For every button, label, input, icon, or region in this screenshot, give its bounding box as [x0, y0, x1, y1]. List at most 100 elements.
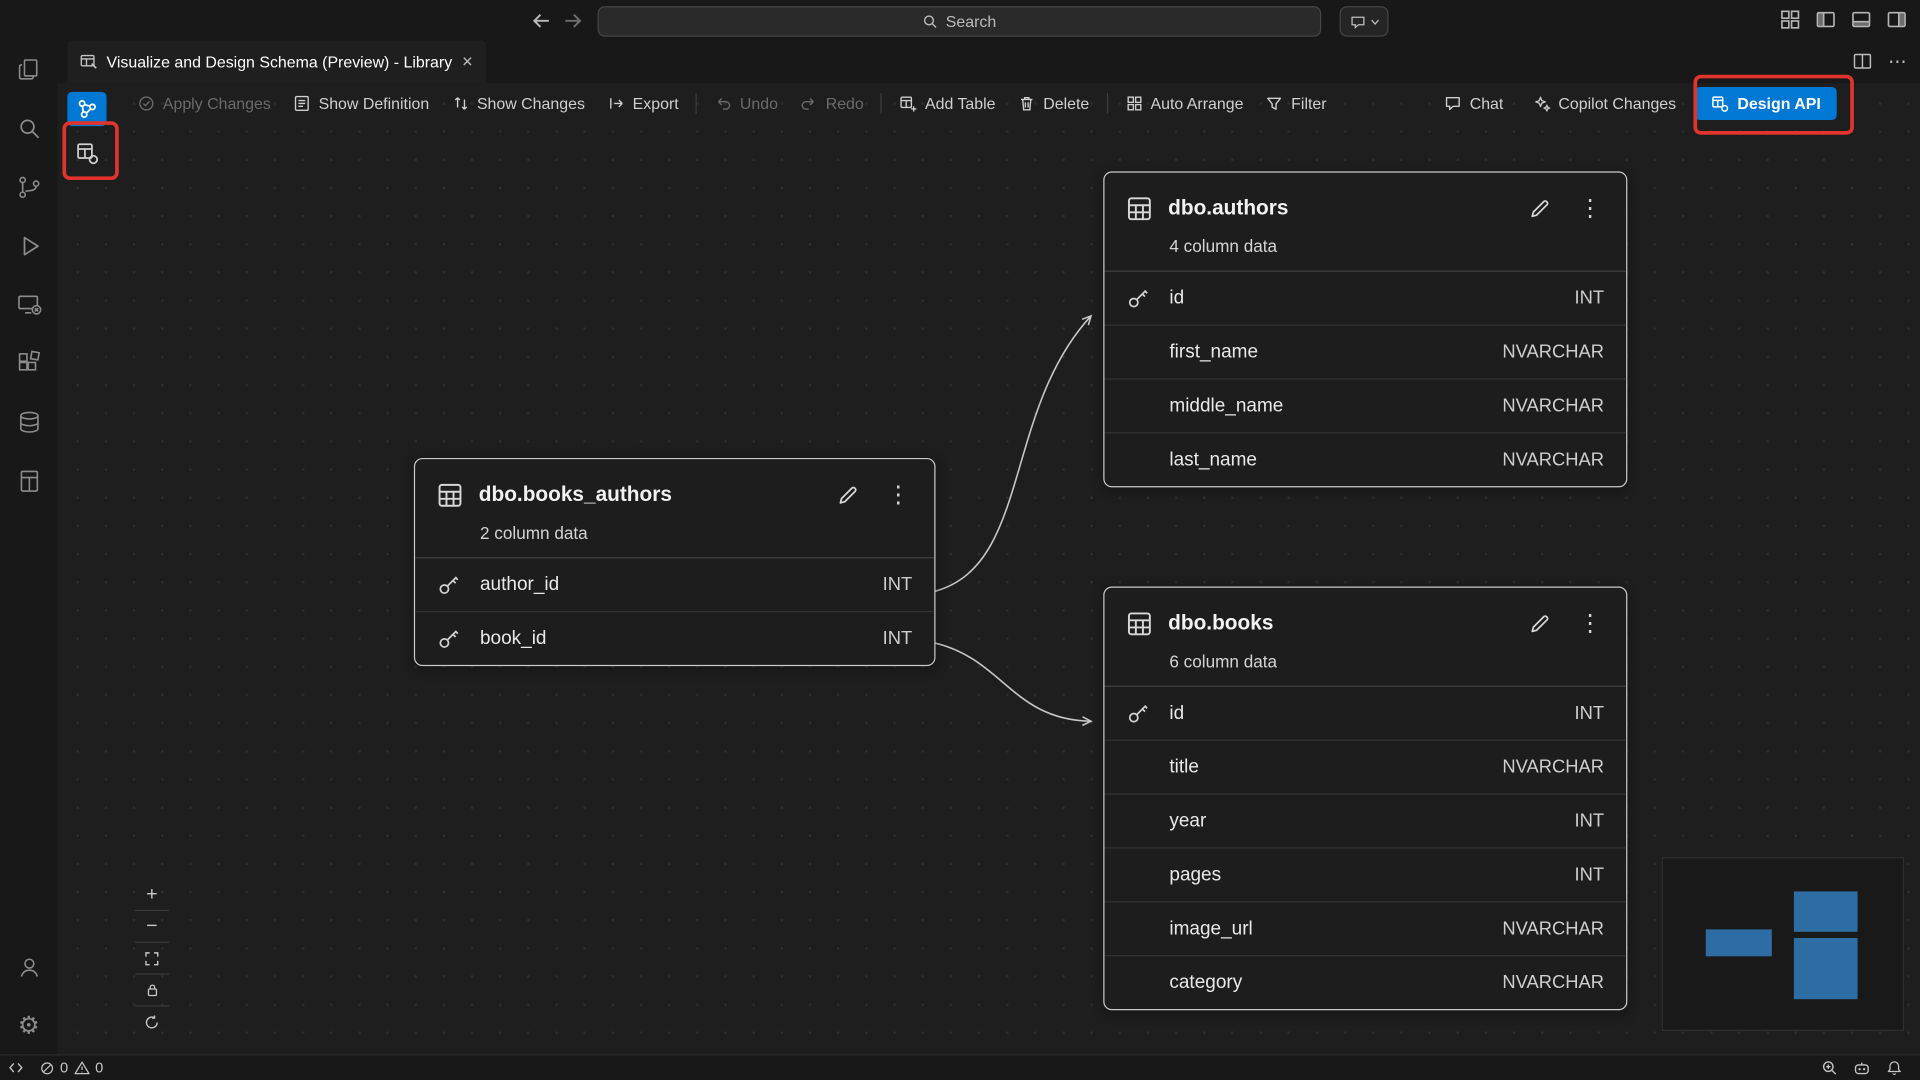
redo-label: Redo — [826, 94, 864, 112]
search-input[interactable]: Search — [598, 6, 1322, 37]
redo-button[interactable]: Redo — [789, 87, 875, 119]
schema-designer-canvas[interactable]: Apply Changes Show Definition Show Chang… — [58, 83, 1920, 1055]
customize-layout-button[interactable] — [1778, 7, 1802, 31]
undo-button[interactable]: Undo — [703, 87, 789, 119]
filter-button[interactable]: Filter — [1254, 87, 1337, 119]
column-type: NVARCHAR — [1502, 918, 1604, 939]
fit-view-button[interactable] — [135, 943, 169, 975]
source-control-icon[interactable] — [0, 158, 58, 217]
split-editor-icon[interactable] — [1853, 51, 1873, 71]
error-count: 0 — [60, 1059, 68, 1076]
search-view-icon[interactable] — [0, 99, 58, 158]
entity-table-books[interactable]: dbo.books ⋮ 6 column data id INT — [1103, 587, 1627, 1011]
chat-bubble-icon — [1349, 13, 1366, 30]
show-changes-button[interactable]: Show Changes — [440, 87, 596, 119]
extensions-icon[interactable] — [0, 334, 58, 393]
zoom-in-button[interactable]: + — [135, 879, 169, 911]
problems-indicator[interactable]: 0 0 — [32, 1056, 111, 1080]
warning-count: 0 — [95, 1059, 103, 1076]
column-row[interactable]: author_id INT — [415, 558, 934, 611]
column-name: first_name — [1169, 341, 1258, 363]
column-row[interactable]: last_name NVARCHAR — [1104, 432, 1626, 486]
edit-table-icon[interactable] — [836, 483, 859, 506]
table-menu-icon[interactable]: ⋮ — [1576, 197, 1604, 220]
navigate-back-button[interactable] — [529, 9, 553, 33]
column-count-label: 6 column data — [1104, 639, 1626, 686]
explorer-icon[interactable] — [0, 40, 58, 99]
column-row[interactable]: id INT — [1104, 687, 1626, 740]
tab-close-icon[interactable]: × — [461, 51, 474, 72]
auto-arrange-button[interactable]: Auto Arrange — [1114, 87, 1255, 119]
run-debug-icon[interactable] — [0, 217, 58, 276]
column-rows: id INT title NVARCHAR year INT pages INT — [1104, 686, 1626, 1009]
table-menu-icon[interactable]: ⋮ — [884, 483, 912, 506]
navigate-forward-button[interactable] — [561, 9, 585, 33]
copilot-status-icon[interactable] — [1845, 1056, 1878, 1080]
entity-table-books-authors[interactable]: dbo.books_authors ⋮ 2 column data author… — [414, 458, 936, 666]
tab-schema-designer[interactable]: Visualize and Design Schema (Preview) - … — [67, 40, 486, 83]
tab-label: Visualize and Design Schema (Preview) - … — [107, 53, 453, 71]
reset-view-button[interactable] — [135, 1007, 169, 1038]
auto-arrange-label: Auto Arrange — [1151, 94, 1244, 112]
column-row[interactable]: category NVARCHAR — [1104, 955, 1626, 1009]
column-row[interactable]: title NVARCHAR — [1104, 740, 1626, 794]
column-rows: id INT first_name NVARCHAR middle_name N… — [1104, 271, 1626, 487]
show-definition-button[interactable]: Show Definition — [282, 87, 440, 119]
column-rows: author_id INT book_id INT — [415, 557, 934, 665]
entity-actions: ⋮ — [1528, 612, 1604, 635]
export-button[interactable]: Export — [596, 87, 690, 119]
column-row[interactable]: id INT — [1104, 272, 1626, 325]
settings-gear-icon[interactable]: ⚙ — [0, 997, 58, 1056]
column-row[interactable]: year INT — [1104, 793, 1626, 847]
trash-icon — [1018, 94, 1036, 112]
export-icon — [607, 94, 625, 112]
entity-header: dbo.books_authors ⋮ — [415, 459, 934, 510]
column-name: pages — [1169, 864, 1221, 886]
column-row[interactable]: first_name NVARCHAR — [1104, 324, 1626, 378]
table-menu-icon[interactable]: ⋮ — [1576, 612, 1604, 635]
toolbar-separator — [881, 92, 882, 113]
filter-label: Filter — [1291, 94, 1326, 112]
diagram-view-button[interactable] — [67, 92, 106, 126]
add-table-button[interactable]: Add Table — [888, 87, 1006, 119]
remote-explorer-icon[interactable] — [0, 276, 58, 335]
entity-table-authors[interactable]: dbo.authors ⋮ 4 column data id INT — [1103, 171, 1627, 487]
column-row[interactable]: book_id INT — [415, 611, 934, 665]
activity-bar-spacer — [0, 511, 58, 938]
relationship-line-books — [934, 643, 1091, 721]
column-row[interactable]: middle_name NVARCHAR — [1104, 378, 1626, 432]
warnings-icon — [73, 1059, 90, 1076]
copilot-changes-button[interactable]: Copilot Changes — [1522, 87, 1687, 119]
chat-button[interactable]: Chat — [1433, 87, 1514, 119]
toggle-primary-sidebar-button[interactable] — [1813, 7, 1837, 31]
definitions-view-button[interactable] — [67, 136, 106, 170]
notifications-bell-icon[interactable] — [1878, 1056, 1910, 1080]
zoom-out-button[interactable]: − — [135, 911, 169, 943]
errors-icon — [39, 1060, 55, 1076]
account-icon[interactable] — [0, 938, 58, 997]
toggle-panel-button[interactable] — [1849, 7, 1873, 31]
edit-table-icon[interactable] — [1528, 612, 1551, 635]
database-projects-icon[interactable] — [0, 393, 58, 452]
designer-toolbar: Apply Changes Show Definition Show Chang… — [58, 86, 1920, 120]
column-row[interactable]: pages INT — [1104, 847, 1626, 901]
filter-funnel-icon — [1265, 94, 1283, 112]
schema-designer-view-icon[interactable] — [0, 452, 58, 511]
minimap[interactable] — [1662, 857, 1904, 1031]
apply-changes-button[interactable]: Apply Changes — [126, 87, 282, 119]
remote-window-button[interactable] — [0, 1056, 32, 1080]
column-row[interactable]: image_url NVARCHAR — [1104, 901, 1626, 955]
table-icon — [437, 482, 463, 508]
show-changes-icon — [451, 94, 469, 112]
activity-bar: ⚙ — [0, 40, 59, 1055]
zoom-indicator-icon[interactable] — [1813, 1056, 1845, 1080]
entity-actions: ⋮ — [1528, 197, 1604, 220]
lock-button[interactable] — [135, 975, 169, 1007]
toggle-secondary-sidebar-button[interactable] — [1884, 7, 1908, 31]
more-actions-icon[interactable]: ⋯ — [1888, 50, 1908, 72]
delete-button[interactable]: Delete — [1007, 87, 1101, 119]
copilot-menu-button[interactable] — [1340, 6, 1389, 37]
design-api-button[interactable]: Design API — [1695, 86, 1837, 119]
edit-table-icon[interactable] — [1528, 197, 1551, 220]
apply-changes-icon — [137, 94, 155, 112]
